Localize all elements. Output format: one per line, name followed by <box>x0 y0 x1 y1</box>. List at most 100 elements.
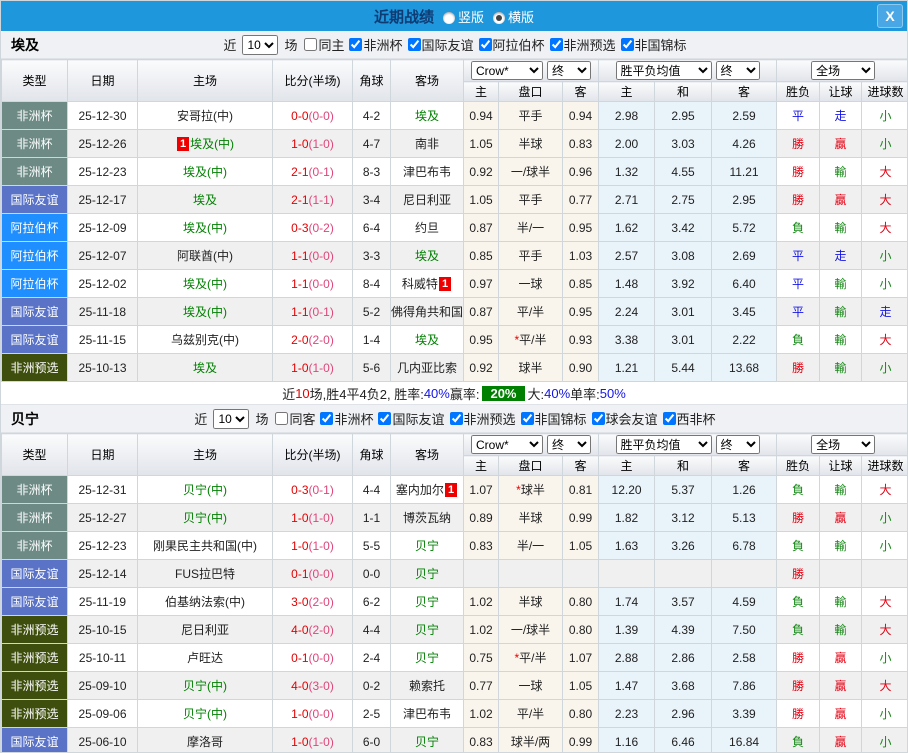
result-handicap: 輸 <box>819 297 863 326</box>
layout-radio-label-1[interactable]: 横版 <box>508 10 534 25</box>
league-filter-4[interactable]: 非国锦标 <box>620 35 687 54</box>
result-goals: 小 <box>861 531 907 560</box>
home-team-name: 埃及(中) <box>183 277 227 291</box>
home-team: 埃及 <box>137 353 273 382</box>
corner-count: 6-4 <box>352 213 391 242</box>
same-venue-filter[interactable]: 同客 <box>275 409 315 428</box>
home-team: 1 埃及(中) <box>137 129 273 158</box>
mean-home: 2.24 <box>598 297 656 326</box>
handicap-line: 平/半 <box>498 699 563 728</box>
corner-count: 2-4 <box>352 643 391 672</box>
match-count-select[interactable]: 10 <box>242 34 279 55</box>
mean-away: 7.86 <box>711 671 778 700</box>
sub-col-header-6: 胜负 <box>776 455 821 476</box>
red-card-badge: 1 <box>444 483 458 497</box>
mean-away: 1.26 <box>711 475 778 504</box>
fulltime-score: 1-0 <box>291 538 309 553</box>
layout-radio-label-0[interactable]: 竖版 <box>458 10 484 25</box>
home-team: 伯基纳法索(中) <box>137 587 273 616</box>
mean-select[interactable]: 胜平负均值 <box>615 435 712 454</box>
layout-radio-1-selected[interactable] <box>493 11 505 24</box>
league-type: 非洲预选 <box>1 643 68 672</box>
fullmatch-select[interactable]: 全场 <box>811 61 876 80</box>
summary-part-1: 10 <box>295 385 310 401</box>
home-team: 埃及 <box>137 185 273 214</box>
league-filter-0-checkbox[interactable] <box>349 38 363 51</box>
halftime-score: (1-0) <box>308 510 334 525</box>
odds-home: 0.83 <box>463 727 499 752</box>
match-row: 非洲预选 25-10-11 卢旺达 0-1(0-0) 2-4 贝宁 0.75 *平/半 1.07… <box>1 643 907 672</box>
result-handicap: 輸 <box>819 269 863 298</box>
same-venue-filter[interactable]: 同主 <box>304 35 344 54</box>
league-filter-4[interactable]: 球会友谊 <box>591 409 658 428</box>
league-filter-2[interactable]: 非洲预选 <box>449 409 516 428</box>
league-filter-4-label: 非国锦标 <box>634 38 687 53</box>
league-filter-0[interactable]: 非洲杯 <box>349 35 403 54</box>
league-filter-1-checkbox[interactable] <box>407 38 421 51</box>
handicap-line: *球半 <box>498 475 563 504</box>
score-cell: 1-1(0-1) <box>272 297 353 326</box>
result-goals: 大 <box>861 587 907 616</box>
result-goals: 小 <box>861 503 907 532</box>
league-filter-2-checkbox[interactable] <box>478 38 492 51</box>
matches-table-benin: 类型 日期 主场 比分(半场) 角球 客场 Crow* 终胜平负均值终全场主盘口客主和客胜负让… <box>1 433 907 752</box>
away-team-name: 尼日利亚 <box>402 193 451 207</box>
league-filter-0[interactable]: 非洲杯 <box>320 409 373 428</box>
odds-source-select[interactable]: Crow* <box>471 435 544 454</box>
mean-final-select[interactable]: 终 <box>715 61 760 80</box>
odds-source-select[interactable]: Crow* <box>471 61 544 80</box>
same-venue-filter-checkbox[interactable] <box>304 38 318 51</box>
home-team-name: 摩洛哥 <box>186 735 223 749</box>
odds-final-select[interactable]: 终 <box>547 435 592 454</box>
col-header-4: 角球 <box>352 433 391 476</box>
result-goals: 小 <box>861 643 907 672</box>
match-count-select[interactable]: 10 <box>213 408 250 429</box>
mean-away: 7.50 <box>711 615 778 644</box>
league-filter-1[interactable]: 国际友谊 <box>407 35 474 54</box>
league-filter-1[interactable]: 国际友谊 <box>378 409 445 428</box>
sub-col-header-4: 和 <box>654 455 713 476</box>
league-filter-2-checkbox[interactable] <box>449 412 463 425</box>
fullmatch-select[interactable]: 全场 <box>811 435 876 454</box>
league-filter-3[interactable]: 非洲预选 <box>549 35 616 54</box>
close-button[interactable]: X <box>877 4 903 28</box>
league-type: 非洲杯 <box>1 503 68 532</box>
halftime-score: (1-0) <box>308 538 334 553</box>
odds-final-select[interactable]: 终 <box>547 61 592 80</box>
home-team: 贝宁(中) <box>137 475 273 504</box>
away-team-name: 埃及 <box>414 109 439 123</box>
titlebar: 近期战绩 竖版 横版 X <box>1 1 907 31</box>
league-filter-3-checkbox[interactable] <box>520 412 534 425</box>
corner-count: 4-7 <box>352 129 391 158</box>
result-goals: 大 <box>861 671 907 700</box>
away-team-name: 贝宁 <box>414 539 439 553</box>
result-handicap: 輸 <box>819 531 863 560</box>
league-filter-3-checkbox[interactable] <box>549 38 563 51</box>
halftime-score: (1-0) <box>308 734 334 749</box>
result-handicap: 輸 <box>819 353 863 382</box>
league-filter-4-checkbox[interactable] <box>591 412 605 425</box>
mean-select[interactable]: 胜平负均值 <box>615 61 712 80</box>
league-filter-4-checkbox[interactable] <box>620 38 634 51</box>
result-goals: 大 <box>861 475 907 504</box>
col-header-0: 类型 <box>1 433 68 476</box>
result-goals <box>861 559 907 588</box>
league-filter-0-checkbox[interactable] <box>320 412 334 425</box>
mean-final-select[interactable]: 终 <box>715 435 760 454</box>
layout-radio-0[interactable] <box>442 11 455 24</box>
league-filter-5-checkbox[interactable] <box>662 412 676 425</box>
league-filter-5[interactable]: 西非杯 <box>662 409 716 428</box>
odds-away: 0.95 <box>561 213 600 242</box>
league-filter-1-checkbox[interactable] <box>378 412 392 425</box>
mean-home: 1.74 <box>598 587 656 616</box>
same-venue-filter-checkbox[interactable] <box>275 412 289 425</box>
mean-home: 1.21 <box>598 353 656 382</box>
result-wdl: 勝 <box>776 671 821 700</box>
match-row: 非洲杯 25-12-26 1 埃及(中) 1-0(1-0) 4-7 南非 1.05 半球 0.83… <box>1 129 907 158</box>
league-filter-2[interactable]: 阿拉伯杯 <box>478 35 545 54</box>
league-filter-3[interactable]: 非国锦标 <box>520 409 587 428</box>
odds-home: 0.94 <box>463 101 499 130</box>
score-cell: 1-0(1-0) <box>272 503 353 532</box>
match-row: 国际友谊 25-11-15 乌兹别克(中) 2-0(2-0) 1-4 埃及 0.95 *平/半… <box>1 325 907 354</box>
halftime-score: (2-0) <box>308 332 334 347</box>
